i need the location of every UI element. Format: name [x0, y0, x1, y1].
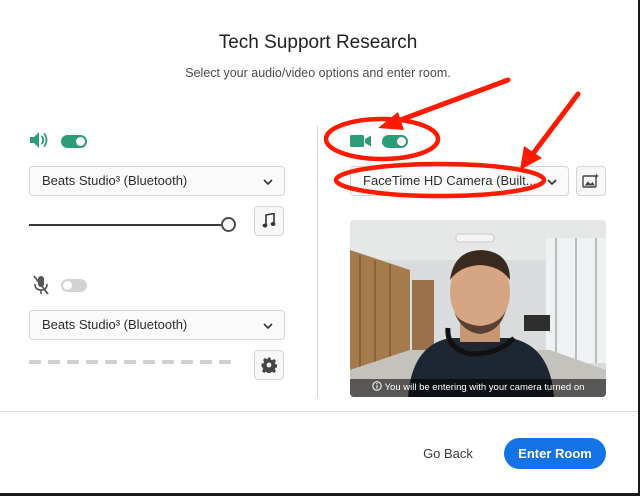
camera-device-label: FaceTime HD Camera (Built...	[363, 173, 537, 188]
annotation-arrow-2	[529, 91, 581, 158]
mic-toggle[interactable]	[61, 279, 87, 292]
speaker-toggle[interactable]	[61, 135, 87, 148]
column-divider	[317, 126, 318, 398]
mic-device-select[interactable]: Beats Studio³ (Bluetooth)	[29, 310, 285, 340]
dialog-subtitle: Select your audio/video options and ente…	[185, 66, 451, 80]
camera-device-select[interactable]: FaceTime HD Camera (Built...	[350, 166, 569, 196]
mic-device-label: Beats Studio³ (Bluetooth)	[42, 317, 188, 332]
mic-level-meter	[29, 360, 231, 364]
chevron-down-icon	[263, 179, 273, 186]
camera-preview: You will be entering with your camera tu…	[350, 220, 606, 397]
camera-preview-image	[350, 220, 606, 397]
toggle-knob	[397, 137, 406, 146]
toggle-knob	[63, 281, 72, 290]
camera-preview-caption-text: You will be entering with your camera tu…	[384, 382, 585, 393]
annotation-arrowhead-1	[378, 112, 404, 130]
mic-settings-button[interactable]	[254, 350, 284, 380]
mic-muted-icon[interactable]	[31, 274, 51, 296]
camera-preview-caption: You will be entering with your camera tu…	[350, 379, 606, 397]
go-back-button[interactable]: Go Back	[404, 439, 492, 469]
gear-icon	[261, 357, 277, 373]
chevron-down-icon	[547, 179, 557, 186]
speaker-volume-slider-thumb[interactable]	[221, 217, 236, 232]
speaker-volume-slider-track[interactable]	[29, 224, 221, 226]
info-icon	[371, 381, 382, 391]
annotation-arrow-1	[392, 77, 511, 125]
music-note-icon	[262, 213, 276, 228]
speaker-volume-icon[interactable]	[29, 130, 51, 150]
toggle-knob	[76, 137, 85, 146]
footer-divider	[0, 411, 638, 412]
video-camera-icon[interactable]	[350, 134, 372, 148]
room-entry-dialog: Tech Support Research Select your audio/…	[0, 0, 640, 496]
dialog-title: Tech Support Research	[218, 32, 418, 53]
chevron-down-icon	[263, 323, 273, 330]
enter-room-button[interactable]: Enter Room	[504, 438, 606, 469]
camera-toggle[interactable]	[382, 135, 408, 148]
image-effects-icon	[582, 173, 599, 188]
background-effects-button[interactable]	[576, 166, 606, 196]
test-sound-button[interactable]	[254, 206, 284, 236]
speaker-device-select[interactable]: Beats Studio³ (Bluetooth)	[29, 166, 285, 196]
speaker-device-label: Beats Studio³ (Bluetooth)	[42, 173, 188, 188]
